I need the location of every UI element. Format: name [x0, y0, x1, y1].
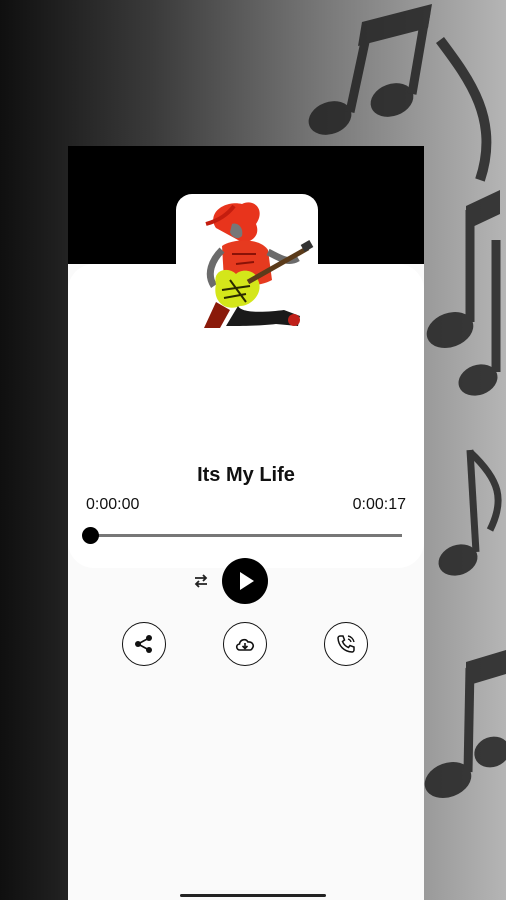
play-button[interactable] [222, 558, 268, 604]
home-indicator[interactable] [180, 894, 326, 897]
play-icon [240, 572, 254, 590]
current-time: 0:00:00 [86, 496, 140, 513]
player-sheet: Its My Life 0:00:00 0:00:17 [68, 146, 424, 900]
share-button[interactable] [122, 622, 166, 666]
song-title: Its My Life [197, 464, 295, 486]
guitarist-artwork [204, 202, 314, 328]
repeat-icon [194, 574, 208, 588]
set-ringtone-button[interactable] [324, 622, 368, 666]
app-screen: Its My Life 0:00:00 0:00:17 [0, 0, 506, 900]
phone-ringtone-icon [337, 635, 355, 653]
cloud-download-icon [235, 638, 254, 651]
share-icon [135, 635, 152, 653]
repeat-button[interactable] [190, 570, 212, 592]
seek-track [90, 534, 402, 537]
seek-thumb[interactable] [82, 527, 99, 544]
seek-bar[interactable] [82, 526, 404, 546]
album-art [176, 194, 318, 334]
total-time: 0:00:17 [352, 496, 406, 513]
download-button[interactable] [223, 622, 267, 666]
